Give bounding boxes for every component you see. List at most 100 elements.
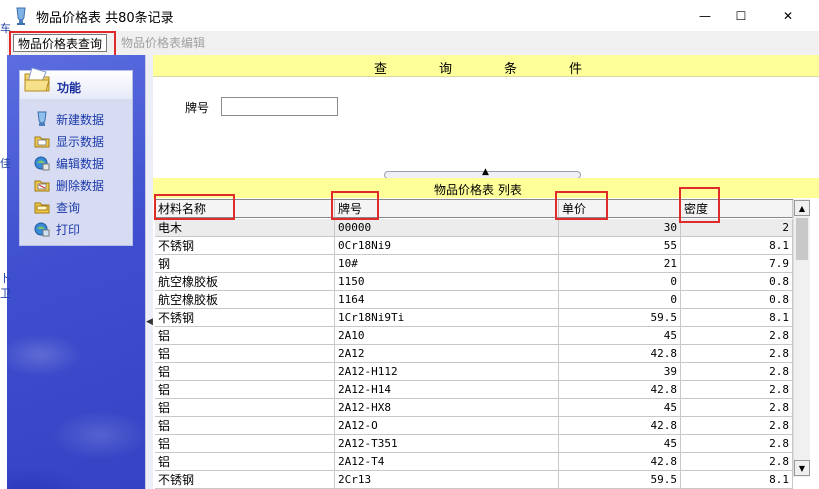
column-header-grade[interactable]: 牌号 xyxy=(335,200,559,218)
sidebar-item-label: 打印 xyxy=(56,222,81,237)
cell-grade: 2A12-O xyxy=(335,417,559,435)
cell-price: 42.8 xyxy=(559,345,681,363)
table-header-row: 材料名称 牌号 单价 密度 xyxy=(155,200,793,218)
table-row[interactable]: 铝 2A12 42.8 2.8 xyxy=(155,345,793,363)
cell-density: 7.9 xyxy=(681,255,793,273)
cell-price: 0 xyxy=(559,291,681,309)
cell-material: 钢 xyxy=(155,255,335,273)
edge-glyph: 车 xyxy=(0,22,11,35)
cell-price: 42.8 xyxy=(559,417,681,435)
function-panel-header: 功能 xyxy=(20,67,132,99)
table-row[interactable]: 不锈钢 2Cr13 59.5 8.1 xyxy=(155,471,793,489)
tab-edit[interactable]: 物品价格表编辑 xyxy=(117,34,209,52)
cell-density: 2.8 xyxy=(681,381,793,399)
cell-price: 30 xyxy=(559,219,681,237)
cell-price: 0 xyxy=(559,273,681,291)
grade-field-label: 牌号 xyxy=(185,101,210,115)
sidebar-item-print[interactable]: 打印 xyxy=(34,220,80,238)
table-row[interactable]: 铝 2A12-H112 39 2.8 xyxy=(155,363,793,381)
cell-price: 59.5 xyxy=(559,309,681,327)
cell-material: 铝 xyxy=(155,345,335,363)
table-row[interactable]: 铝 2A12-T4 42.8 2.8 xyxy=(155,453,793,471)
cell-grade: 2A12 xyxy=(335,345,559,363)
cell-price: 45 xyxy=(559,399,681,417)
edit-data-icon xyxy=(34,155,50,171)
cell-price: 42.8 xyxy=(559,453,681,471)
column-header-price[interactable]: 单价 xyxy=(559,200,681,218)
table-row[interactable]: 铝 2A12-T351 45 2.8 xyxy=(155,435,793,453)
table-row[interactable]: 钢 10# 21 7.9 xyxy=(155,255,793,273)
new-data-icon xyxy=(34,111,50,127)
table-row[interactable]: 铝 2A10 45 2.8 xyxy=(155,327,793,345)
tab-strip: 物品价格表查询 物品价格表编辑 xyxy=(0,31,819,55)
sidebar-item-query[interactable]: 查询 xyxy=(34,198,80,216)
cell-price: 42.8 xyxy=(559,381,681,399)
table-row[interactable]: 不锈钢 0Cr18Ni9 55 8.1 xyxy=(155,237,793,255)
cell-material: 铝 xyxy=(155,327,335,345)
cell-density: 2.8 xyxy=(681,399,793,417)
cell-density: 2.8 xyxy=(681,327,793,345)
cell-density: 8.1 xyxy=(681,471,793,489)
sidebar-item-label: 删除数据 xyxy=(56,178,105,193)
scroll-up-icon[interactable]: ▲ xyxy=(794,200,810,216)
cell-price: 45 xyxy=(559,435,681,453)
column-header-density[interactable]: 密度 xyxy=(681,200,793,218)
cell-grade: 2A12-H14 xyxy=(335,381,559,399)
maximize-button[interactable]: ☐ xyxy=(718,0,764,31)
sidebar-item-delete-data[interactable]: 删除数据 xyxy=(34,176,104,194)
cell-grade: 2Cr13 xyxy=(335,471,559,489)
cell-material: 铝 xyxy=(155,453,335,471)
cell-material: 不锈钢 xyxy=(155,237,335,255)
table-row[interactable]: 航空橡胶板 1164 0 0.8 xyxy=(155,291,793,309)
right-edge-strip xyxy=(810,199,819,489)
table-row[interactable]: 铝 2A12-O 42.8 2.8 xyxy=(155,417,793,435)
cell-grade: 2A12-T351 xyxy=(335,435,559,453)
table-scrollbar[interactable]: ▲ ▼ xyxy=(793,199,810,477)
tab-query[interactable]: 物品价格表查询 xyxy=(13,34,108,52)
price-table: 材料名称 牌号 单价 密度 电木 00000 30 2 不锈钢 0Cr18Ni9 55 8.1… xyxy=(155,199,793,489)
query-section-header: 查询条件 xyxy=(153,55,819,77)
edge-glyph: 卜 xyxy=(0,272,11,285)
query-section-title: 查询条件 xyxy=(374,62,635,77)
collapse-left-icon[interactable]: ◀ xyxy=(146,317,153,327)
column-header-material[interactable]: 材料名称 xyxy=(155,200,335,218)
window-title: 物品价格表 共80条记录 xyxy=(36,11,174,26)
cell-density: 2.8 xyxy=(681,453,793,471)
edge-glyph: 卫 xyxy=(0,287,11,300)
cell-grade: 00000 xyxy=(335,219,559,237)
function-panel: 功能 新建数据 显示数据 编辑数据 删除数据 查询 打印 xyxy=(19,67,133,246)
table-row[interactable]: 航空橡胶板 1150 0 0.8 xyxy=(155,273,793,291)
title-bar: 物品价格表 共80条记录 — ☐ ✕ xyxy=(0,0,819,31)
panel-splitter[interactable]: ◀ xyxy=(145,55,153,489)
cell-grade: 2A12-H112 xyxy=(335,363,559,381)
cell-grade: 10# xyxy=(335,255,559,273)
sidebar-item-display-data[interactable]: 显示数据 xyxy=(34,132,104,150)
cell-material: 电木 xyxy=(155,219,335,237)
cell-material: 铝 xyxy=(155,399,335,417)
cell-material: 航空橡胶板 xyxy=(155,291,335,309)
scroll-down-icon[interactable]: ▼ xyxy=(794,460,810,476)
scroll-thumb[interactable] xyxy=(796,218,808,260)
cell-price: 59.5 xyxy=(559,471,681,489)
minimize-icon: — xyxy=(699,8,711,23)
close-icon: ✕ xyxy=(782,8,794,23)
cell-density: 0.8 xyxy=(681,291,793,309)
table-row[interactable]: 不锈钢 1Cr18Ni9Ti 59.5 8.1 xyxy=(155,309,793,327)
close-button[interactable]: ✕ xyxy=(765,0,811,31)
cell-density: 2.8 xyxy=(681,435,793,453)
cell-density: 0.8 xyxy=(681,273,793,291)
cell-material: 不锈钢 xyxy=(155,309,335,327)
cell-grade: 1150 xyxy=(335,273,559,291)
sidebar-item-label: 查询 xyxy=(56,200,81,215)
sidebar-item-new-data[interactable]: 新建数据 xyxy=(34,110,104,128)
table-row[interactable]: 电木 00000 30 2 xyxy=(155,219,793,237)
cell-grade: 1Cr18Ni9Ti xyxy=(335,309,559,327)
sidebar-item-label: 显示数据 xyxy=(56,134,105,149)
display-data-icon xyxy=(34,133,50,149)
cell-grade: 2A12-T4 xyxy=(335,453,559,471)
sidebar-item-edit-data[interactable]: 编辑数据 xyxy=(34,154,104,172)
table-row[interactable]: 铝 2A12-HX8 45 2.8 xyxy=(155,399,793,417)
grade-input[interactable] xyxy=(221,97,338,116)
cell-density: 2.8 xyxy=(681,363,793,381)
table-row[interactable]: 铝 2A12-H14 42.8 2.8 xyxy=(155,381,793,399)
